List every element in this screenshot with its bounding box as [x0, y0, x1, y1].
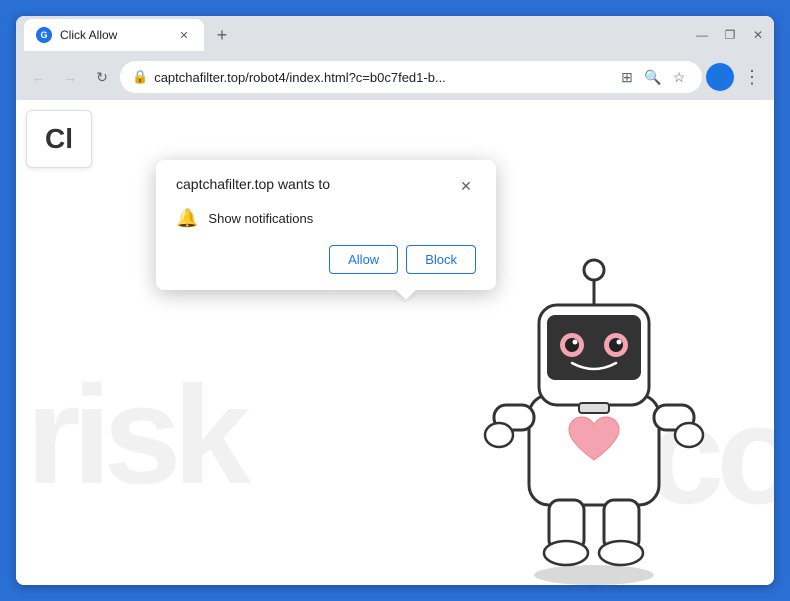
- profile-button[interactable]: 👤: [706, 63, 734, 91]
- address-bar: ← → ↻ 🔒 captchafilter.top/robot4/index.h…: [16, 54, 774, 100]
- tab-bar: G Click Allow ✕ +: [24, 19, 682, 51]
- notification-row: 🔔 Show notifications: [176, 208, 476, 229]
- new-tab-button[interactable]: +: [208, 21, 236, 49]
- bookmark-icon[interactable]: ☆: [668, 66, 690, 88]
- notification-label: Show notifications: [208, 211, 313, 226]
- profile-icon: 👤: [711, 69, 728, 86]
- popup-header: captchafilter.top wants to ✕: [176, 176, 476, 196]
- watermark-left: risk: [26, 365, 243, 505]
- popup-tail: [396, 290, 416, 300]
- menu-button[interactable]: ⋮: [738, 63, 766, 91]
- minimize-button[interactable]: —: [694, 27, 710, 43]
- title-bar: G Click Allow ✕ + — ❐ ✕: [16, 16, 774, 54]
- search-icon[interactable]: 🔍: [642, 66, 664, 88]
- bell-icon: 🔔: [176, 208, 198, 229]
- notification-popup: captchafilter.top wants to ✕ 🔔 Show noti…: [156, 160, 496, 290]
- refresh-button[interactable]: ↻: [88, 63, 116, 91]
- lock-icon: 🔒: [132, 69, 148, 85]
- popup-title: captchafilter.top wants to: [176, 176, 330, 192]
- active-tab[interactable]: G Click Allow ✕: [24, 19, 204, 51]
- forward-button[interactable]: →: [56, 63, 84, 91]
- popup-close-button[interactable]: ✕: [456, 176, 476, 196]
- tab-title: Click Allow: [60, 28, 168, 42]
- page-title-box: Cl: [26, 110, 92, 168]
- tab-close-button[interactable]: ✕: [176, 27, 192, 43]
- page-content: risk co Cl captchafilter.top wants to ✕ …: [16, 100, 774, 585]
- tab-favicon: G: [36, 27, 52, 43]
- url-bar[interactable]: 🔒 captchafilter.top/robot4/index.html?c=…: [120, 61, 702, 93]
- url-icons: ⊞ 🔍 ☆: [616, 66, 690, 88]
- block-button[interactable]: Block: [406, 245, 476, 274]
- page-partial-title: Cl: [45, 123, 73, 154]
- back-button[interactable]: ←: [24, 63, 52, 91]
- popup-buttons: Allow Block: [176, 245, 476, 274]
- allow-button[interactable]: Allow: [329, 245, 398, 274]
- close-window-button[interactable]: ✕: [750, 27, 766, 43]
- window-controls: — ❐ ✕: [694, 27, 766, 43]
- translate-icon[interactable]: ⊞: [616, 66, 638, 88]
- url-text: captchafilter.top/robot4/index.html?c=b0…: [154, 70, 610, 85]
- robot-illustration: [454, 205, 734, 585]
- maximize-button[interactable]: ❐: [722, 27, 738, 43]
- browser-window: G Click Allow ✕ + — ❐ ✕ ← → ↻ 🔒 captchaf…: [16, 16, 774, 585]
